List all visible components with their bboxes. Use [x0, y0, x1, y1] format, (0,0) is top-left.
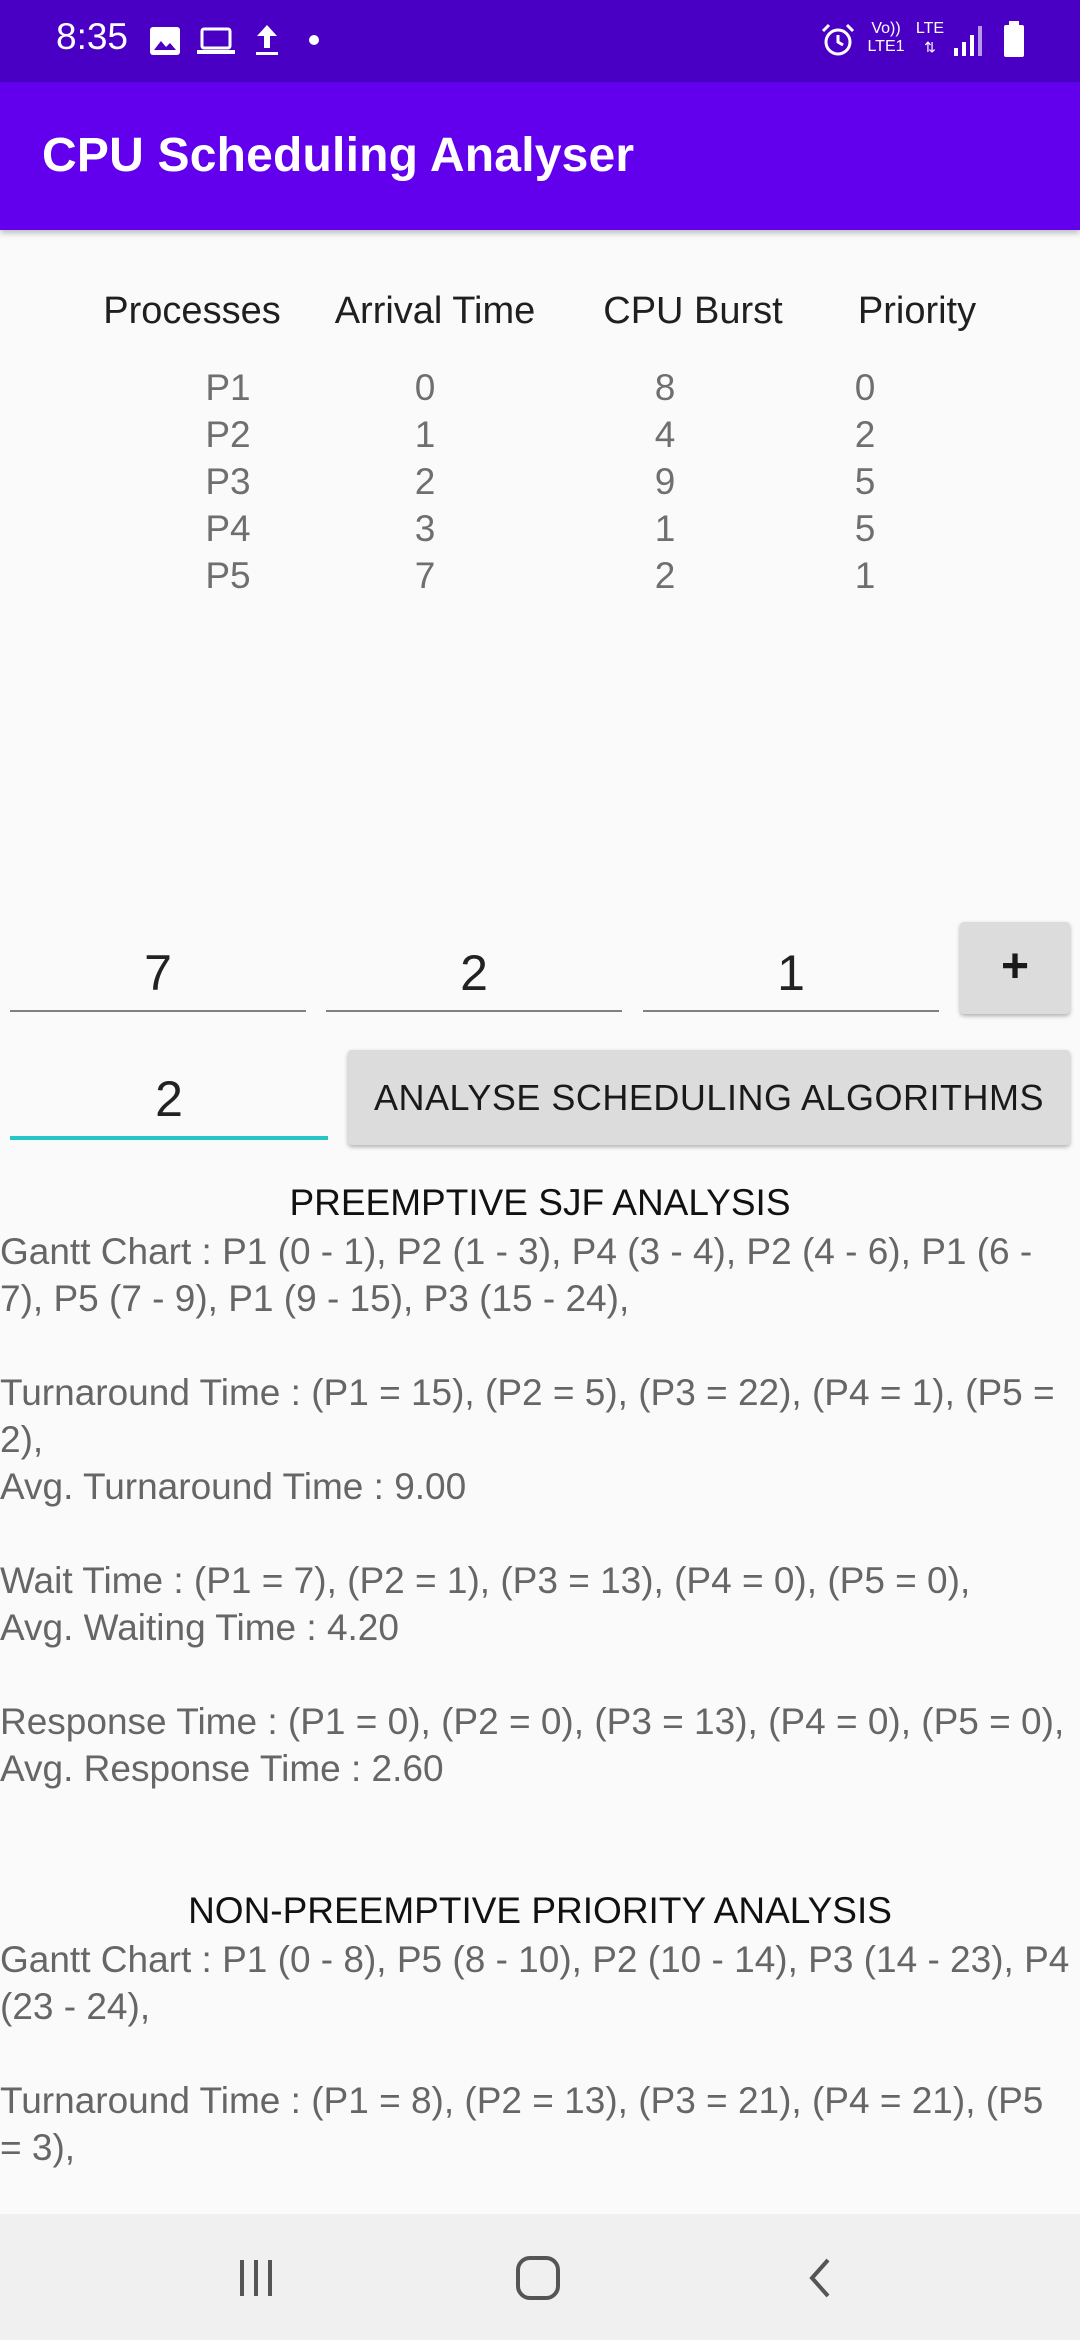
sjf-title: PREEMPTIVE SJF ANALYSIS [289, 1182, 791, 1223]
sjf-avg-response: Avg. Response Time : 2.60 [0, 1748, 444, 1789]
lte-label: LTE [915, 20, 945, 37]
analyse-button[interactable]: ANALYSE SCHEDULING ALGORITHMS [348, 1050, 1070, 1145]
table-cell: 3 [414, 508, 436, 549]
priority-input[interactable]: 1 [643, 940, 939, 1012]
table-cell: 0 [414, 367, 436, 408]
header-priority: Priority [857, 290, 977, 332]
table-cell: P2 [205, 414, 251, 455]
arrival-time-input[interactable]: 7 [10, 940, 306, 1012]
image-icon [150, 27, 180, 55]
table-cell: P4 [205, 508, 251, 549]
processes-column: P1 P2 P3 P4 P5 [148, 364, 308, 599]
sjf-avg-wait: Avg. Waiting Time : 4.20 [0, 1607, 399, 1648]
back-icon[interactable] [800, 2256, 840, 2300]
lte1-label: LTE1 [867, 38, 905, 55]
signal-icon [954, 26, 982, 56]
header-processes: Processes [103, 290, 281, 332]
alarm-icon [821, 23, 855, 56]
table-cell: P1 [205, 367, 251, 408]
priority-column: 0 2 5 5 1 [785, 364, 945, 599]
sjf-gantt: Gantt Chart : P1 (0 - 1), P2 (1 - 3), P4… [0, 1231, 1033, 1319]
burst-column: 8 4 9 1 2 [585, 364, 745, 599]
table-cell: 7 [414, 555, 436, 596]
table-cell: 8 [654, 367, 676, 408]
table-cell: 1 [854, 555, 876, 596]
header-cpu-burst: CPU Burst [603, 290, 783, 332]
header-arrival-time: Arrival Time [334, 290, 536, 332]
priority-turnaround: Turnaround Time : (P1 = 8), (P2 = 13), (… [0, 2080, 1044, 2168]
table-cell: 4 [654, 414, 676, 455]
app-bar: CPU Scheduling Analyser [0, 82, 1080, 230]
battery-icon [1004, 21, 1024, 57]
navigation-bar [0, 2214, 1080, 2340]
results-panel: PREEMPTIVE SJF ANALYSIS Gantt Chart : P1… [0, 1178, 1080, 2214]
process-table-header: Processes Arrival Time CPU Burst Priorit… [0, 290, 1080, 340]
priority-title: NON-PREEMPTIVE PRIORITY ANALYSIS [188, 1890, 892, 1931]
status-bar: 8:35 Vo)) LTE1 LTE ⇅ [0, 0, 1080, 82]
lte-icon: LTE ⇅ [915, 20, 945, 55]
table-cell: 5 [854, 508, 876, 549]
time-quantum-input[interactable]: 2 [10, 1066, 328, 1140]
status-time: 8:35 [56, 16, 129, 57]
table-cell: 2 [654, 555, 676, 596]
table-cell: 5 [854, 461, 876, 502]
cpu-burst-input[interactable]: 2 [326, 940, 622, 1012]
table-cell: 2 [414, 461, 436, 502]
arrival-column: 0 1 2 3 7 [345, 364, 505, 599]
app-title: CPU Scheduling Analyser [42, 129, 635, 182]
table-cell: 2 [854, 414, 876, 455]
add-process-button[interactable]: + [960, 922, 1070, 1014]
table-cell: 0 [854, 367, 876, 408]
recents-icon[interactable] [234, 2256, 278, 2300]
laptop-icon [197, 27, 235, 54]
table-cell: P3 [205, 461, 251, 502]
table-cell: P5 [205, 555, 251, 596]
sjf-avg-turnaround: Avg. Turnaround Time : 9.00 [0, 1466, 467, 1507]
table-cell: 1 [654, 508, 676, 549]
table-cell: 1 [414, 414, 436, 455]
sjf-response: Response Time : (P1 = 0), (P2 = 0), (P3 … [0, 1701, 1065, 1742]
upload-icon [256, 25, 278, 55]
volte-label: Vo)) [871, 20, 901, 37]
dot-icon [309, 35, 319, 45]
sjf-turnaround: Turnaround Time : (P1 = 15), (P2 = 5), (… [0, 1372, 1055, 1460]
sjf-wait: Wait Time : (P1 = 7), (P2 = 1), (P3 = 13… [0, 1560, 971, 1601]
home-icon[interactable] [514, 2254, 562, 2302]
volte-icon: Vo)) LTE1 [866, 20, 906, 56]
priority-gantt: Gantt Chart : P1 (0 - 8), P5 (8 - 10), P… [0, 1939, 1070, 2027]
table-cell: 9 [654, 461, 676, 502]
